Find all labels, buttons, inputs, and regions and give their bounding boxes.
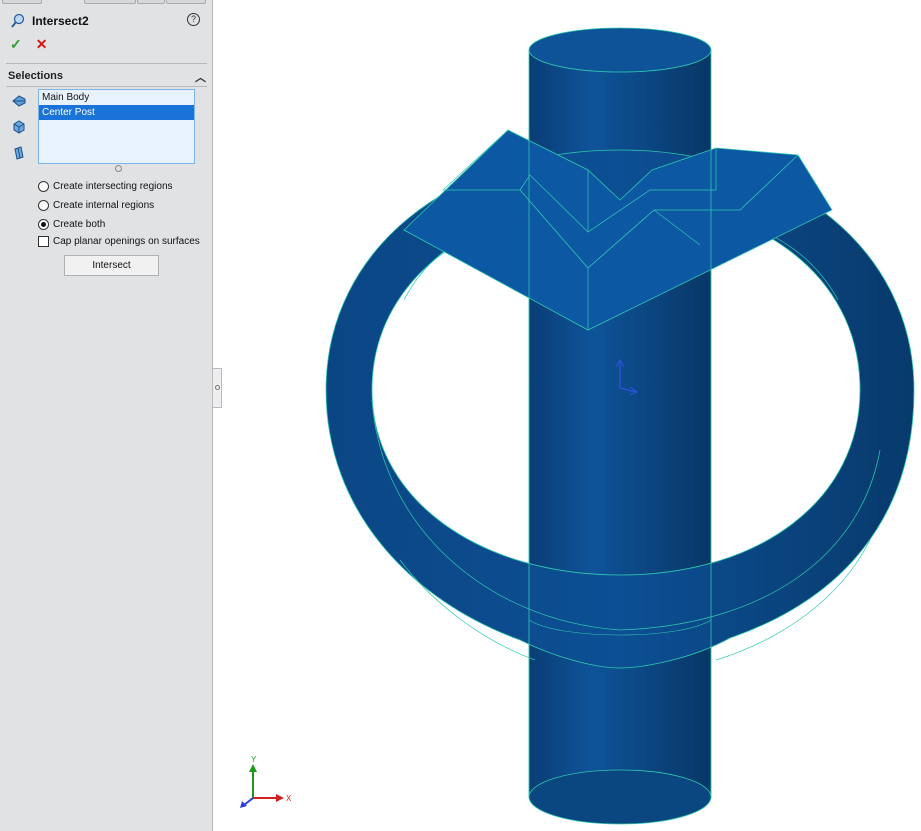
radio-create-both[interactable] (38, 218, 49, 230)
option-internal-regions[interactable]: Create internal regions (38, 197, 154, 213)
panel-tabs (0, 0, 213, 6)
intersect-button[interactable]: Intersect (64, 255, 159, 276)
ok-checkmark-icon[interactable]: ✓ (10, 36, 22, 54)
selection-list[interactable]: Main Body Center Post (38, 89, 195, 164)
selections-section-header[interactable]: Selections ︿ (8, 70, 208, 86)
intersect-feature-icon (11, 13, 25, 28)
list-item-center-post[interactable]: Center Post (39, 105, 194, 120)
radio-internal-regions[interactable] (38, 199, 49, 211)
view-orientation-triad-icon: Y X (240, 755, 292, 808)
cancel-close-icon[interactable]: ✕ (36, 36, 48, 54)
checkbox-cap-planar[interactable] (38, 235, 49, 247)
option-create-both[interactable]: Create both (38, 216, 105, 232)
selections-section-title: Selections (8, 70, 64, 82)
option-intersecting-regions[interactable]: Create intersecting regions (38, 178, 173, 194)
option-cap-label: Cap planar openings on surfaces (53, 235, 200, 247)
collapse-chevron-icon[interactable]: ︿ (195, 69, 206, 85)
list-item-main-body[interactable]: Main Body (39, 90, 194, 105)
surface-body-icon (14, 146, 24, 160)
option-cap-planar[interactable]: Cap planar openings on surfaces (38, 233, 200, 249)
radio-intersecting-regions[interactable] (38, 180, 49, 192)
feature-header: Intersect2 (10, 12, 89, 30)
option-both-label: Create both (53, 218, 106, 230)
section-divider (6, 86, 207, 87)
graphics-area[interactable] (214, 0, 921, 831)
tab-dimxpert-manager[interactable] (166, 0, 206, 4)
help-icon[interactable]: ? (187, 13, 200, 26)
option-internal-label: Create internal regions (53, 199, 155, 211)
property-manager-panel: Intersect2 ? ✓ ✕ Selections ︿ Main Body … (0, 0, 213, 831)
tab-feature-manager[interactable] (2, 0, 42, 4)
header-divider (6, 63, 207, 64)
list-resize-grip-icon[interactable] (115, 165, 122, 172)
triad-x-label: X (286, 794, 292, 803)
tab-configuration-manager[interactable] (137, 0, 165, 4)
triad-y-label: Y (251, 755, 257, 764)
bodies-selection-icon (12, 95, 26, 107)
option-intersecting-label: Create intersecting regions (53, 180, 173, 192)
tab-property-manager[interactable] (84, 0, 136, 4)
ok-cancel-row: ✓ ✕ (10, 36, 47, 54)
center-post-body[interactable] (528, 27, 712, 825)
feature-title: Intersect2 (32, 14, 89, 28)
solid-body-icon (13, 120, 25, 134)
